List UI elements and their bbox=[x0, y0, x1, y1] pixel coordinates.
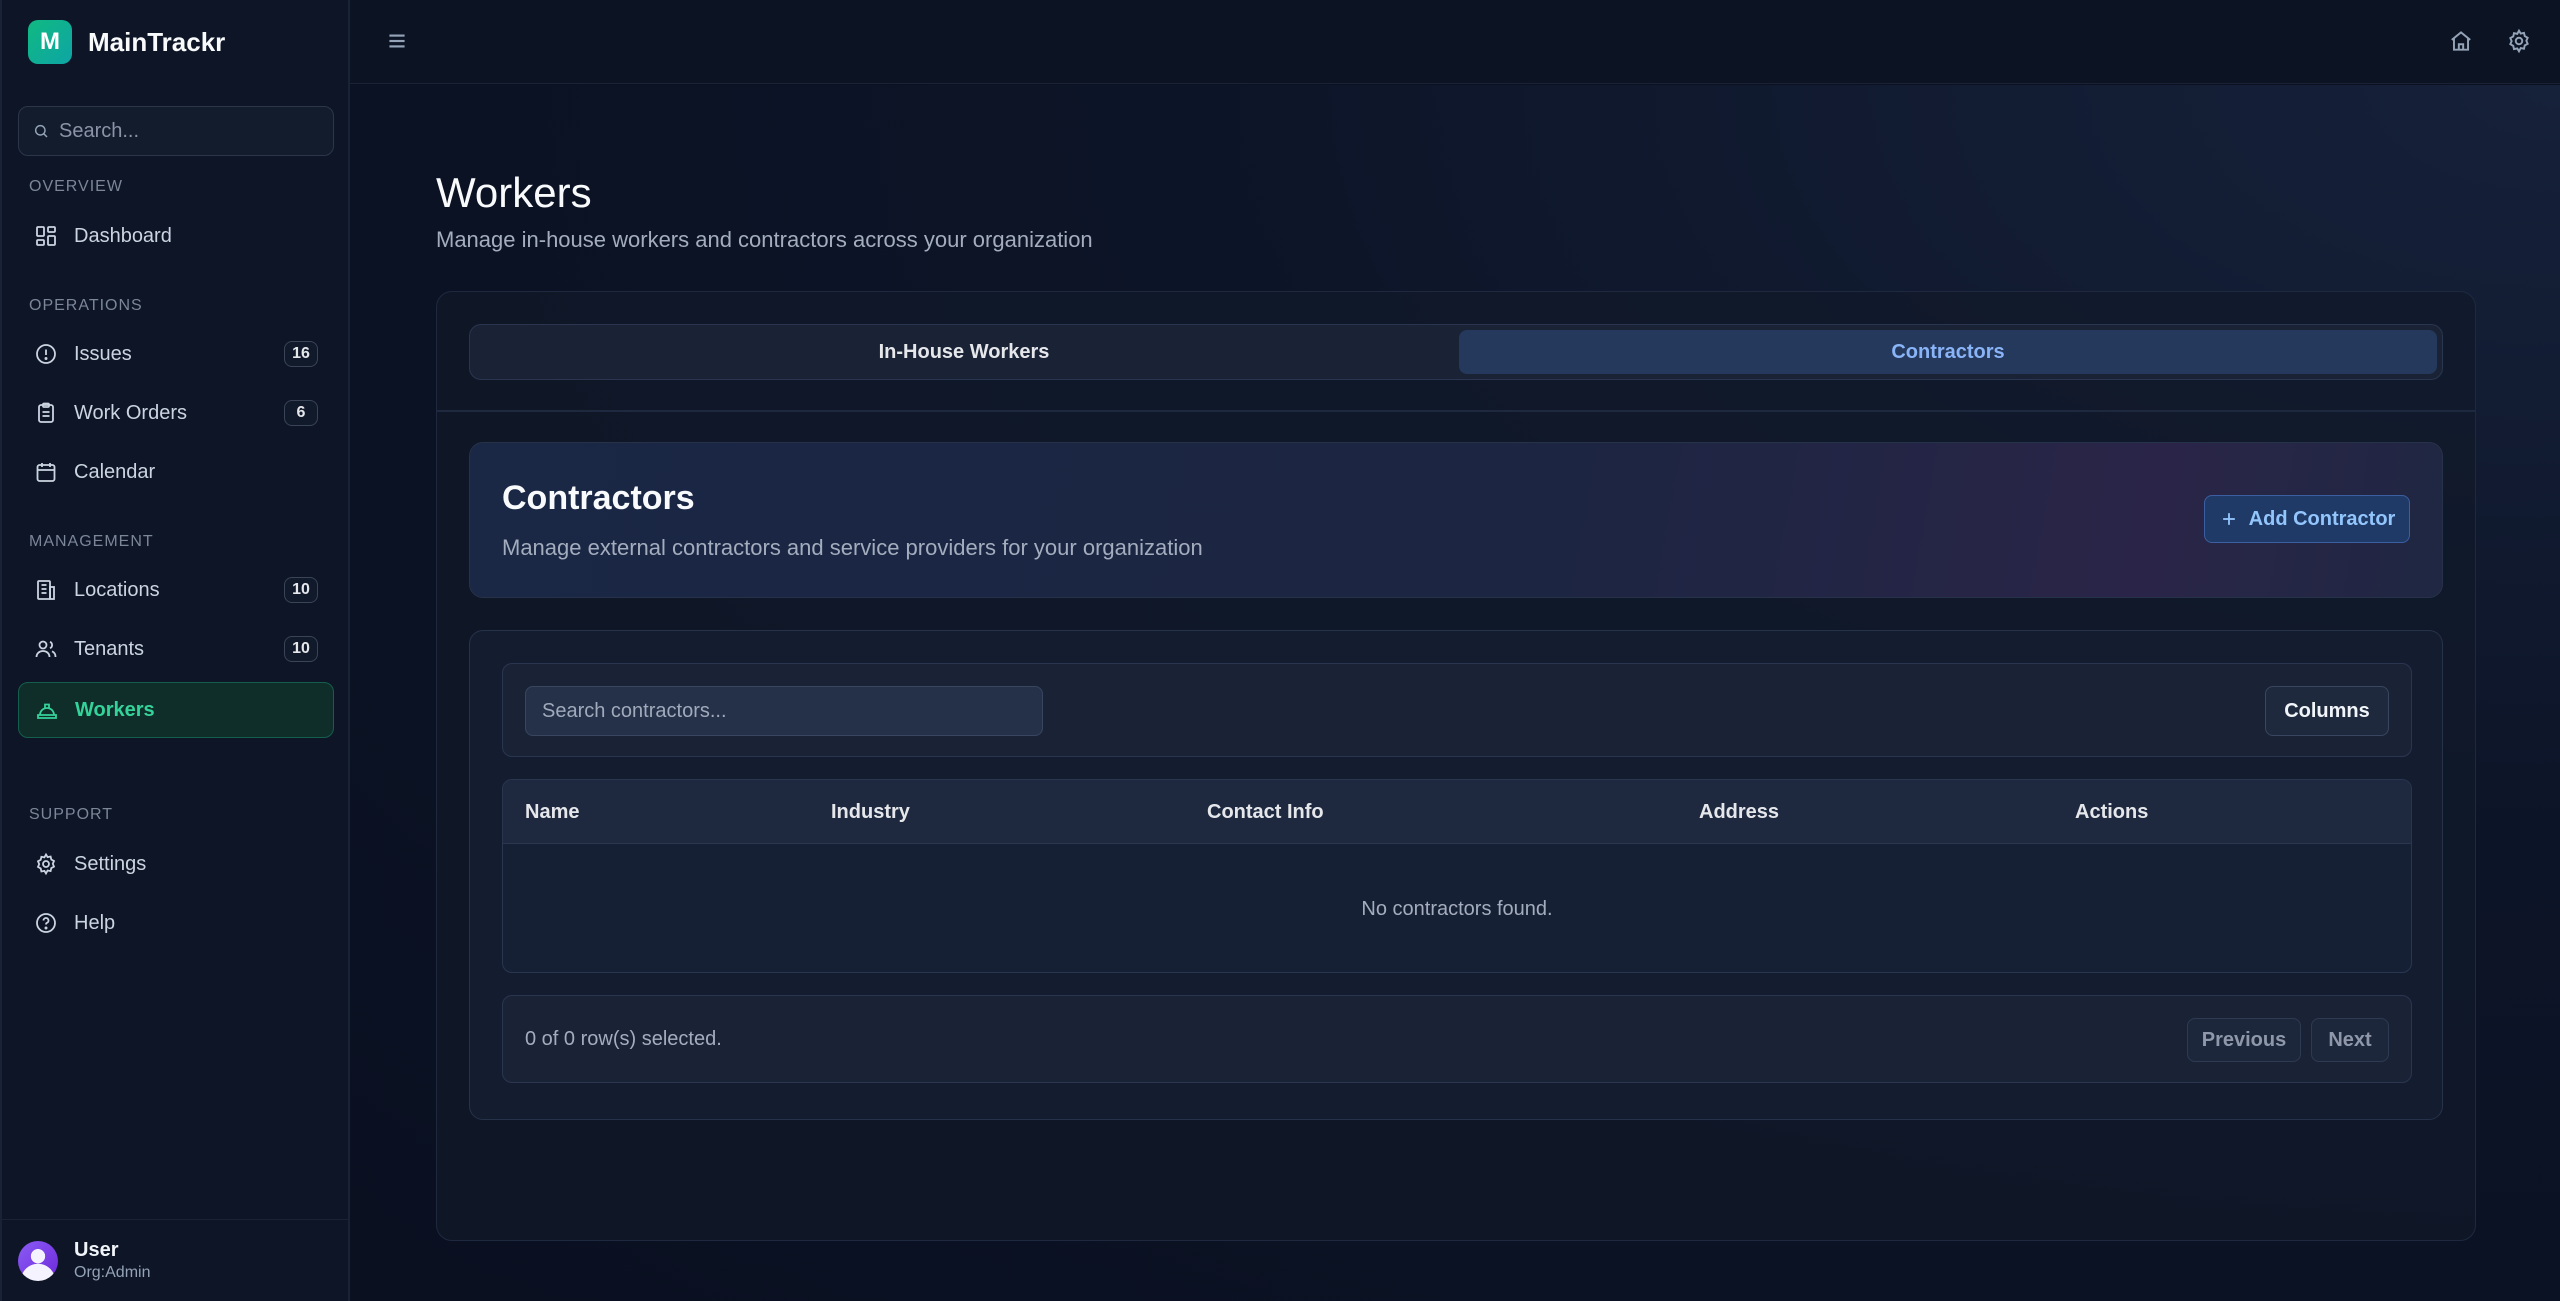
tab-contractors[interactable]: Contractors bbox=[1459, 330, 2437, 374]
sidebar-item-label: Issues bbox=[74, 342, 132, 365]
sidebar-item-label: Settings bbox=[74, 852, 147, 875]
table-footer: 0 of 0 row(s) selected. Previous Next bbox=[502, 995, 2412, 1083]
contractors-table-card: Columns Name Industry Contact Info Addre… bbox=[469, 630, 2443, 1120]
gear-icon bbox=[36, 852, 56, 876]
gear-icon[interactable] bbox=[2506, 28, 2532, 54]
workers-card: In-House Workers Contractors Contractors… bbox=[436, 291, 2476, 1241]
contractors-table: Name Industry Contact Info Address Actio… bbox=[502, 779, 2412, 973]
app-logo: M bbox=[28, 20, 72, 64]
plus-icon bbox=[2222, 513, 2235, 525]
sidebar-item-label: Tenants bbox=[74, 637, 145, 660]
user-profile[interactable]: User Org:Admin bbox=[2, 1219, 350, 1301]
section-label-management: MANAGEMENT bbox=[29, 533, 154, 550]
main-content: Workers Manage in-house workers and cont… bbox=[350, 85, 2560, 1301]
sidebar-item-workers[interactable]: Workers bbox=[18, 682, 334, 738]
sidebar-item-label: Work Orders bbox=[74, 401, 187, 424]
sidebar-item-tenants[interactable]: Tenants 10 bbox=[18, 621, 334, 677]
building-icon bbox=[37, 580, 55, 600]
help-circle-icon bbox=[36, 913, 56, 933]
add-contractor-label: Add Contractor bbox=[2248, 507, 2396, 530]
next-page-button[interactable]: Next bbox=[2311, 1018, 2389, 1062]
top-bar bbox=[350, 0, 2560, 84]
work-orders-count-badge: 6 bbox=[284, 400, 318, 426]
section-title: Contractors bbox=[502, 479, 695, 517]
tenants-count-badge: 10 bbox=[284, 636, 318, 662]
home-icon[interactable] bbox=[2448, 28, 2474, 54]
table-header: Name Industry Contact Info Address Actio… bbox=[503, 780, 2411, 844]
column-header-contact-info[interactable]: Contact Info bbox=[1207, 780, 1324, 844]
contractor-search[interactable] bbox=[525, 686, 1043, 736]
page-subtitle: Manage in-house workers and contractors … bbox=[436, 227, 1093, 252]
sidebar-item-label: Dashboard bbox=[74, 224, 172, 247]
worker-type-tabs: In-House Workers Contractors bbox=[469, 324, 2443, 380]
sidebar-item-dashboard[interactable]: Dashboard bbox=[18, 208, 334, 264]
sidebar-item-label: Workers bbox=[75, 698, 155, 721]
user-name: User bbox=[74, 1239, 119, 1261]
table-toolbar: Columns bbox=[502, 663, 2412, 757]
previous-page-button[interactable]: Previous bbox=[2187, 1018, 2301, 1062]
sidebar-item-locations[interactable]: Locations 10 bbox=[18, 562, 334, 618]
user-role: Org:Admin bbox=[74, 1264, 151, 1281]
sidebar: M MainTrackr OVERVIEW Dashboard OPERATIO… bbox=[0, 0, 350, 1301]
column-header-name[interactable]: Name bbox=[525, 780, 579, 844]
section-label-support: SUPPORT bbox=[29, 806, 114, 823]
sidebar-search[interactable] bbox=[18, 106, 334, 156]
sidebar-item-label: Help bbox=[74, 911, 116, 934]
page-title: Workers bbox=[436, 169, 592, 216]
issues-count-badge: 16 bbox=[284, 341, 318, 367]
sidebar-item-calendar[interactable]: Calendar bbox=[18, 444, 334, 500]
tab-in-house-workers[interactable]: In-House Workers bbox=[475, 330, 1453, 374]
contractor-search-input[interactable] bbox=[542, 699, 1026, 723]
users-icon bbox=[35, 640, 57, 658]
dashboard-icon bbox=[36, 226, 56, 246]
locations-count-badge: 10 bbox=[284, 577, 318, 603]
alert-circle-icon bbox=[36, 344, 56, 364]
sidebar-item-issues[interactable]: Issues 16 bbox=[18, 326, 334, 382]
sidebar-item-help[interactable]: Help bbox=[18, 895, 334, 951]
sidebar-item-label: Locations bbox=[74, 578, 160, 601]
column-header-actions: Actions bbox=[2075, 800, 2149, 823]
clipboard-icon bbox=[38, 402, 54, 423]
search-icon bbox=[34, 124, 48, 138]
app-name: MainTrackr bbox=[88, 26, 226, 57]
hard-hat-icon bbox=[37, 703, 57, 719]
menu-icon[interactable] bbox=[384, 28, 410, 54]
column-header-address[interactable]: Address bbox=[1699, 780, 1779, 844]
columns-button[interactable]: Columns bbox=[2265, 686, 2389, 736]
sidebar-item-work-orders[interactable]: Work Orders 6 bbox=[18, 385, 334, 441]
sidebar-item-settings[interactable]: Settings bbox=[18, 836, 334, 892]
sidebar-item-label: Calendar bbox=[74, 460, 156, 483]
column-header-industry[interactable]: Industry bbox=[831, 780, 910, 844]
selection-status: 0 of 0 row(s) selected. bbox=[525, 1028, 722, 1050]
sidebar-search-input[interactable] bbox=[59, 119, 319, 143]
avatar bbox=[18, 1240, 58, 1281]
empty-state-message: No contractors found. bbox=[1361, 897, 1553, 920]
section-label-operations: OPERATIONS bbox=[29, 297, 143, 314]
divider bbox=[437, 410, 2475, 412]
section-label-overview: OVERVIEW bbox=[29, 178, 123, 195]
brand[interactable]: M MainTrackr bbox=[28, 20, 225, 64]
add-contractor-button[interactable]: Add Contractor bbox=[2204, 495, 2410, 543]
calendar-icon bbox=[36, 463, 56, 482]
contractors-header: Contractors Manage external contractors … bbox=[469, 442, 2443, 598]
section-subtitle: Manage external contractors and service … bbox=[502, 535, 1203, 560]
